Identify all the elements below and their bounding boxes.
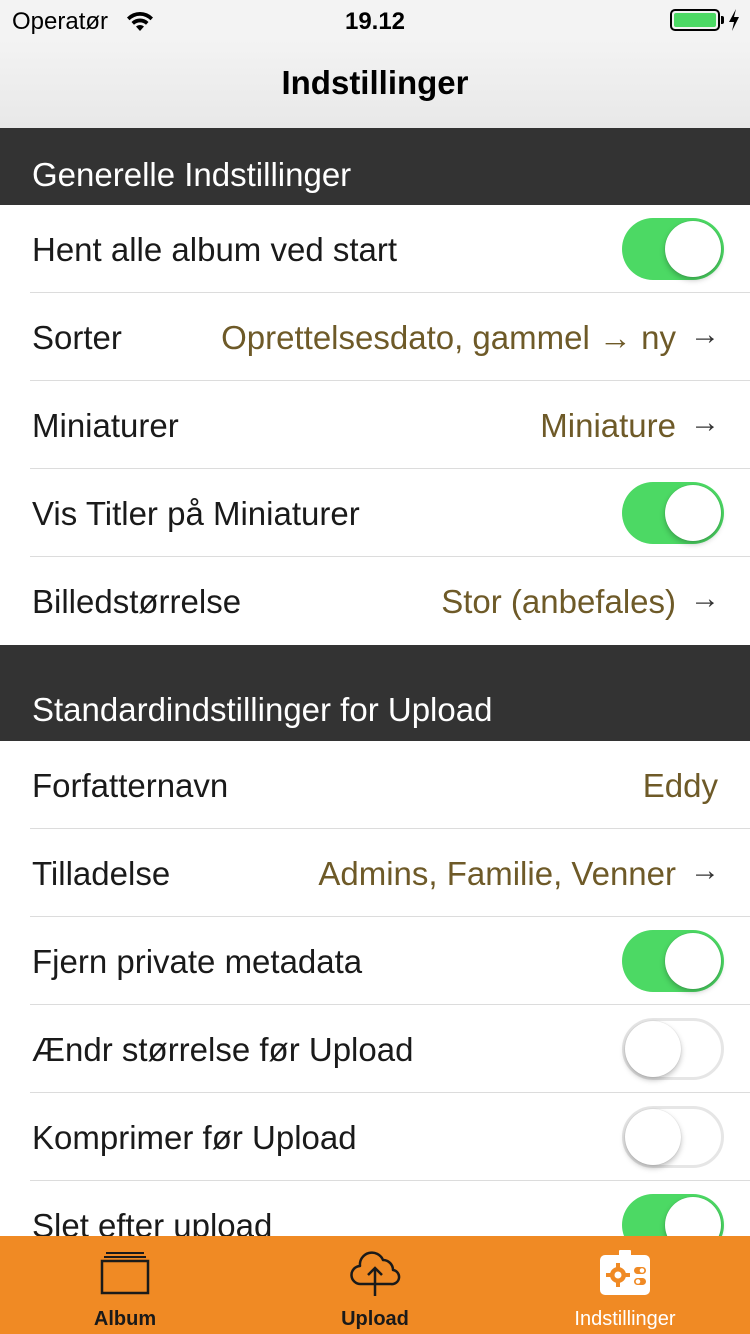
tab-label: Upload xyxy=(341,1308,409,1330)
tab-label: Indstillinger xyxy=(574,1308,676,1330)
resize-toggle[interactable] xyxy=(622,1018,724,1080)
row-author[interactable]: Forfatternavn Eddy xyxy=(0,741,750,829)
arrow-right-icon: → xyxy=(690,854,720,887)
row-image-size[interactable]: Billedstørrelse Stor (anbefales) → xyxy=(0,557,750,645)
author-value: Eddy xyxy=(642,767,718,804)
battery-tip xyxy=(721,16,724,24)
thumbnails-value: Miniature xyxy=(540,407,676,444)
page-title: Indstillinger xyxy=(281,64,469,101)
permission-value: Admins, Familie, Venner xyxy=(318,855,676,892)
section-header-general: Generelle Indstillinger xyxy=(0,128,750,205)
battery-icon xyxy=(670,9,720,31)
compress-toggle[interactable] xyxy=(622,1106,724,1168)
toggle-knob xyxy=(625,1021,681,1077)
settings-icon xyxy=(600,1250,650,1295)
tab-bar: Album Upload Indstillinger xyxy=(0,1236,750,1334)
row-permission[interactable]: Tilladelse Admins, Familie, Venner → xyxy=(0,829,750,917)
toggle-knob xyxy=(665,221,721,277)
arrow-right-icon: → xyxy=(690,406,720,439)
show-titles-toggle[interactable] xyxy=(622,482,724,544)
section-header-upload: Standardindstillinger for Upload xyxy=(0,645,750,741)
row-fetch-albums: Hent alle album ved start xyxy=(0,205,750,293)
row-label: Billedstørrelse xyxy=(32,583,242,620)
row-strip-metadata: Fjern private metadata xyxy=(0,917,750,1005)
tab-album[interactable]: Album xyxy=(0,1236,250,1334)
row-label: Slet efter upload xyxy=(32,1207,273,1236)
charging-bolt-icon xyxy=(729,9,739,31)
row-sort[interactable]: Sorter Oprettelsesdato, gammel → ny → xyxy=(0,293,750,381)
row-label: Vis Titler på Miniaturer xyxy=(32,495,360,532)
row-label: Forfatternavn xyxy=(32,767,229,804)
image-size-value: Stor (anbefales) xyxy=(441,583,676,620)
tab-upload[interactable]: Upload xyxy=(250,1236,500,1334)
row-label: Tilladelse xyxy=(32,855,171,892)
row-label: Fjern private metadata xyxy=(32,943,363,980)
tab-label: Album xyxy=(93,1308,157,1330)
toggle-knob xyxy=(625,1109,681,1165)
row-label: Ændr størrelse før Upload xyxy=(32,1031,414,1068)
row-label: Hent alle album ved start xyxy=(32,231,398,268)
delete-after-toggle[interactable] xyxy=(622,1194,724,1236)
row-label: Miniaturer xyxy=(32,407,179,444)
album-icon xyxy=(100,1252,150,1295)
sort-value: Oprettelsesdato, gammel → ny xyxy=(221,319,676,356)
status-bar: Operatør 19.12 xyxy=(0,0,750,40)
toggle-knob xyxy=(665,1197,721,1236)
strip-metadata-toggle[interactable] xyxy=(622,930,724,992)
status-time: 19.12 xyxy=(344,8,406,35)
navigation-bar: Indstillinger xyxy=(0,40,750,129)
settings-list[interactable]: Generelle Indstillinger Hent alle album … xyxy=(0,128,750,1236)
row-delete-after: Slet efter upload xyxy=(0,1181,750,1236)
row-label: Sorter xyxy=(32,319,122,356)
row-label: Komprimer før Upload xyxy=(32,1119,357,1156)
row-thumbnails[interactable]: Miniaturer Miniature → xyxy=(0,381,750,469)
arrow-right-icon: → xyxy=(690,582,720,615)
tab-settings[interactable]: Indstillinger xyxy=(500,1236,750,1334)
toggle-knob xyxy=(665,485,721,541)
row-compress: Komprimer før Upload xyxy=(0,1093,750,1181)
cloud-upload-icon xyxy=(350,1251,401,1296)
row-resize: Ændr størrelse før Upload xyxy=(0,1005,750,1093)
fetch-albums-toggle[interactable] xyxy=(622,218,724,280)
toggle-knob xyxy=(665,933,721,989)
arrow-right-icon: → xyxy=(690,318,720,351)
row-show-titles: Vis Titler på Miniaturer xyxy=(0,469,750,557)
